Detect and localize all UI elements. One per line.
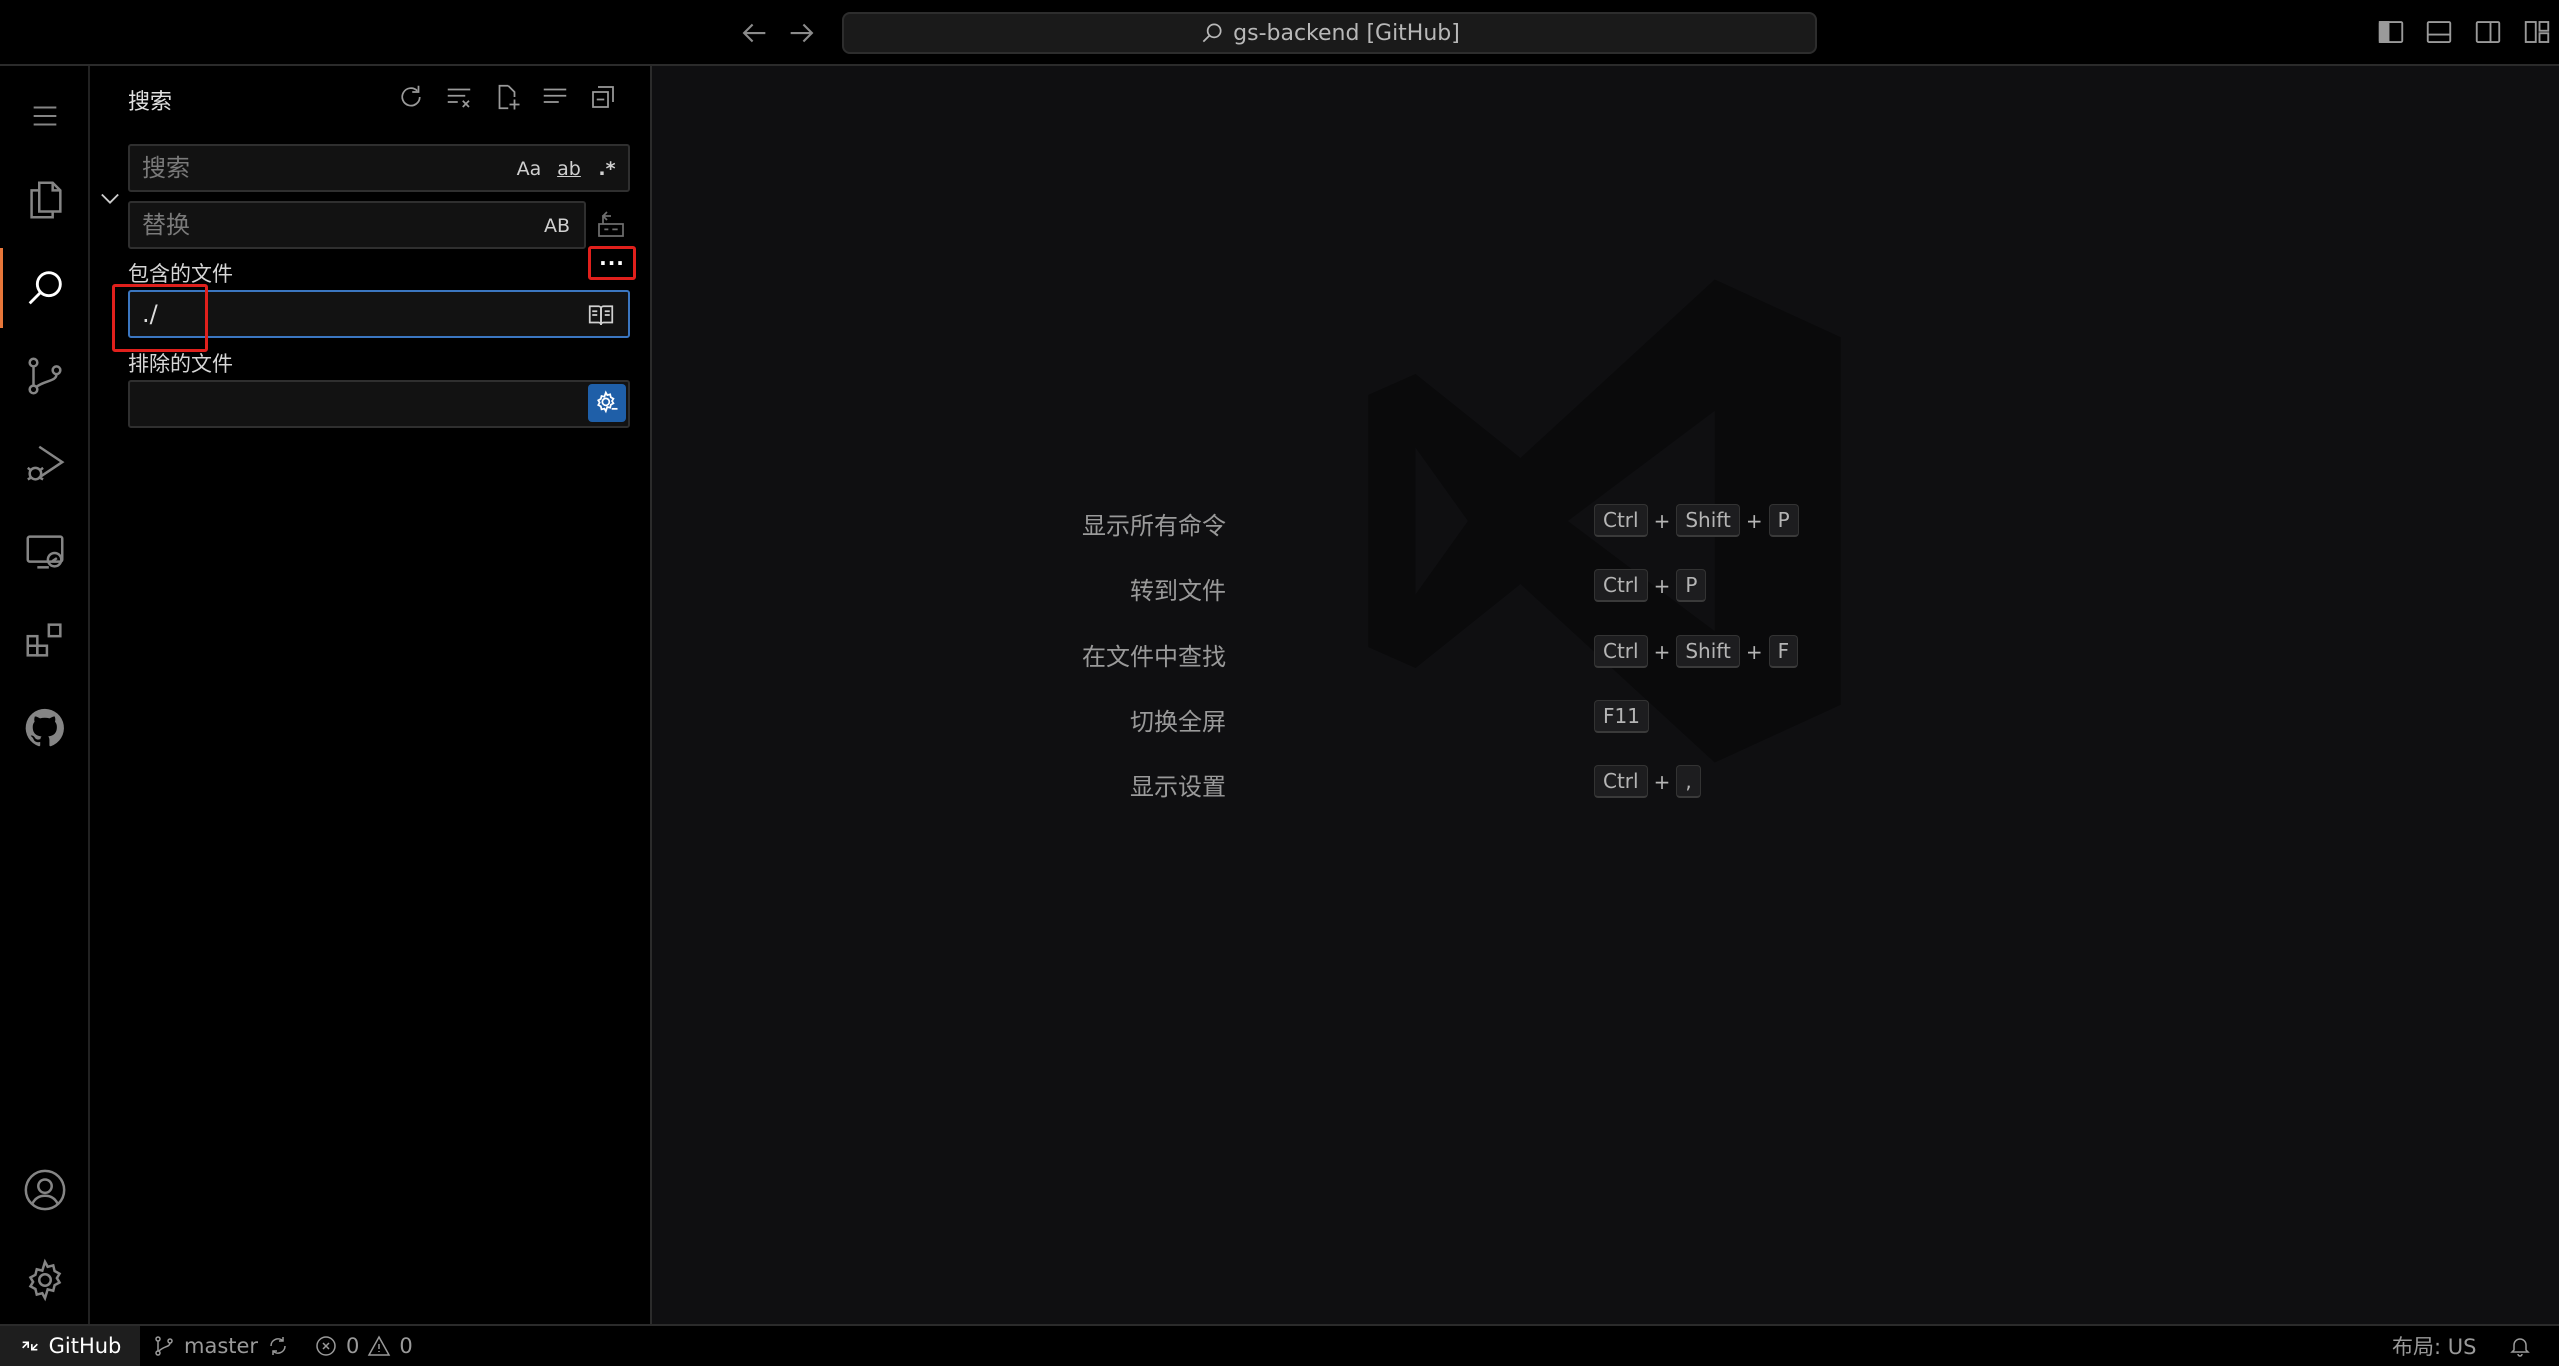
keycap: F11	[1594, 700, 1649, 733]
key-plus: +	[1653, 639, 1671, 664]
shortcut-label: 显示设置	[1130, 773, 1226, 801]
back-arrow-icon[interactable]	[737, 16, 771, 50]
status-bar: GitHub master 0 0 布局: US	[0, 1324, 2559, 1366]
book-icon[interactable]	[586, 300, 618, 330]
branch-name: master	[184, 1334, 259, 1358]
title-bar: gs-backend [GitHub]	[0, 0, 2559, 66]
sync-icon[interactable]	[266, 1334, 290, 1358]
shortcut-find-in-files: 在文件中查找 Ctrl + Shift + F	[652, 635, 2559, 671]
keycap: F	[1768, 635, 1799, 668]
keyboard-layout-label: 布局: US	[2392, 1335, 2477, 1359]
collapse-all-icon[interactable]	[588, 82, 622, 116]
view-as-tree-icon[interactable]	[540, 82, 574, 116]
activity-bar	[0, 66, 90, 1324]
files-to-include-label: 包含的文件	[128, 262, 233, 286]
editor-area: 显示所有命令 Ctrl + Shift + P 转到文件 Ctrl + P 在文…	[652, 66, 2559, 1324]
keyboard-layout[interactable]: 布局: US	[2392, 1326, 2476, 1366]
keycap: Shift	[1676, 635, 1740, 668]
use-exclude-settings-icon[interactable]	[588, 384, 626, 422]
replace-all-icon[interactable]	[595, 208, 629, 242]
command-center-label: gs-backend [GitHub]	[1233, 20, 1460, 46]
search-input[interactable]	[140, 152, 440, 184]
refresh-icon[interactable]	[396, 82, 430, 116]
toggle-panel-icon[interactable]	[2424, 17, 2454, 47]
key-plus: +	[1653, 508, 1671, 533]
key-plus: +	[1653, 769, 1671, 794]
git-branch-icon	[155, 1336, 173, 1356]
extensions-icon[interactable]	[0, 596, 90, 684]
run-and-debug-icon[interactable]	[0, 420, 90, 508]
replace-input-box: AB	[128, 201, 586, 249]
match-case-toggle[interactable]: Aa	[514, 154, 544, 184]
use-regex-toggle[interactable]: .*	[592, 154, 622, 184]
chevron-down-icon[interactable]	[96, 184, 124, 212]
keycap: Ctrl	[1594, 765, 1648, 798]
search-icon[interactable]	[0, 244, 90, 332]
warning-count: 0	[399, 1334, 413, 1358]
key-plus: +	[1745, 639, 1763, 664]
shortcut-label: 显示所有命令	[1082, 512, 1226, 540]
remote-label: GitHub	[48, 1334, 122, 1358]
shortcut-show-settings: 显示设置 Ctrl + ,	[652, 765, 2559, 801]
more-options-button[interactable]: ···	[592, 249, 632, 277]
source-control-icon[interactable]	[0, 332, 90, 420]
notifications-bell-icon[interactable]	[2508, 1326, 2532, 1366]
command-center[interactable]: gs-backend [GitHub]	[842, 12, 1817, 54]
clear-results-icon[interactable]	[444, 82, 478, 116]
menu-icon[interactable]	[0, 76, 90, 156]
forward-arrow-icon[interactable]	[785, 16, 819, 50]
error-count: 0	[346, 1334, 360, 1358]
toggle-secondary-sidebar-icon[interactable]	[2473, 17, 2503, 47]
explorer-icon[interactable]	[0, 156, 90, 244]
files-to-exclude-input[interactable]	[140, 388, 440, 420]
files-to-exclude-label: 排除的文件	[128, 352, 233, 376]
shortcut-toggle-fullscreen: 切换全屏 F11	[652, 700, 2559, 736]
shortcut-label: 转到文件	[1130, 577, 1226, 605]
key-plus: +	[1653, 573, 1671, 598]
remote-indicator[interactable]: GitHub	[0, 1326, 140, 1366]
search-icon	[1202, 23, 1222, 43]
shortcut-label: 在文件中查找	[1082, 643, 1226, 671]
keycap: Ctrl	[1594, 504, 1648, 537]
problems-indicator[interactable]: 0 0	[314, 1326, 413, 1366]
toggle-primary-sidebar-icon[interactable]	[2376, 17, 2406, 47]
keycap: P	[1676, 569, 1707, 602]
new-search-editor-icon[interactable]	[492, 82, 526, 116]
replace-input[interactable]	[140, 209, 440, 241]
error-icon	[316, 1336, 336, 1356]
remote-explorer-icon[interactable]	[0, 508, 90, 596]
sidebar-title: 搜索	[128, 90, 173, 115]
keycap: Ctrl	[1594, 569, 1648, 602]
keycap: Ctrl	[1594, 635, 1648, 668]
keycap: P	[1768, 504, 1799, 537]
match-whole-word-toggle[interactable]: ab	[554, 154, 584, 184]
warning-icon	[368, 1335, 391, 1356]
keycap: Shift	[1676, 504, 1740, 537]
github-icon[interactable]	[0, 684, 90, 772]
settings-gear-icon[interactable]	[0, 1236, 90, 1324]
search-input-box: Aa ab .*	[128, 144, 630, 192]
shortcut-label: 切换全屏	[1130, 708, 1226, 736]
keycap: ,	[1676, 765, 1701, 798]
shortcut-show-all-commands: 显示所有命令 Ctrl + Shift + P	[652, 504, 2559, 540]
files-to-include-input[interactable]	[140, 298, 440, 330]
files-to-include-box	[128, 290, 630, 338]
search-sidebar: 搜索 Aa ab .* AB 包含的文件 ··· 排	[90, 66, 652, 1324]
key-plus: +	[1745, 508, 1763, 533]
preserve-case-toggle[interactable]: AB	[542, 211, 572, 241]
files-to-exclude-box	[128, 380, 630, 428]
customize-layout-icon[interactable]	[2522, 17, 2552, 47]
branch-indicator[interactable]: master	[152, 1326, 290, 1366]
accounts-icon[interactable]	[0, 1146, 90, 1234]
shortcut-go-to-file: 转到文件 Ctrl + P	[652, 569, 2559, 605]
remote-icon	[21, 1341, 38, 1351]
